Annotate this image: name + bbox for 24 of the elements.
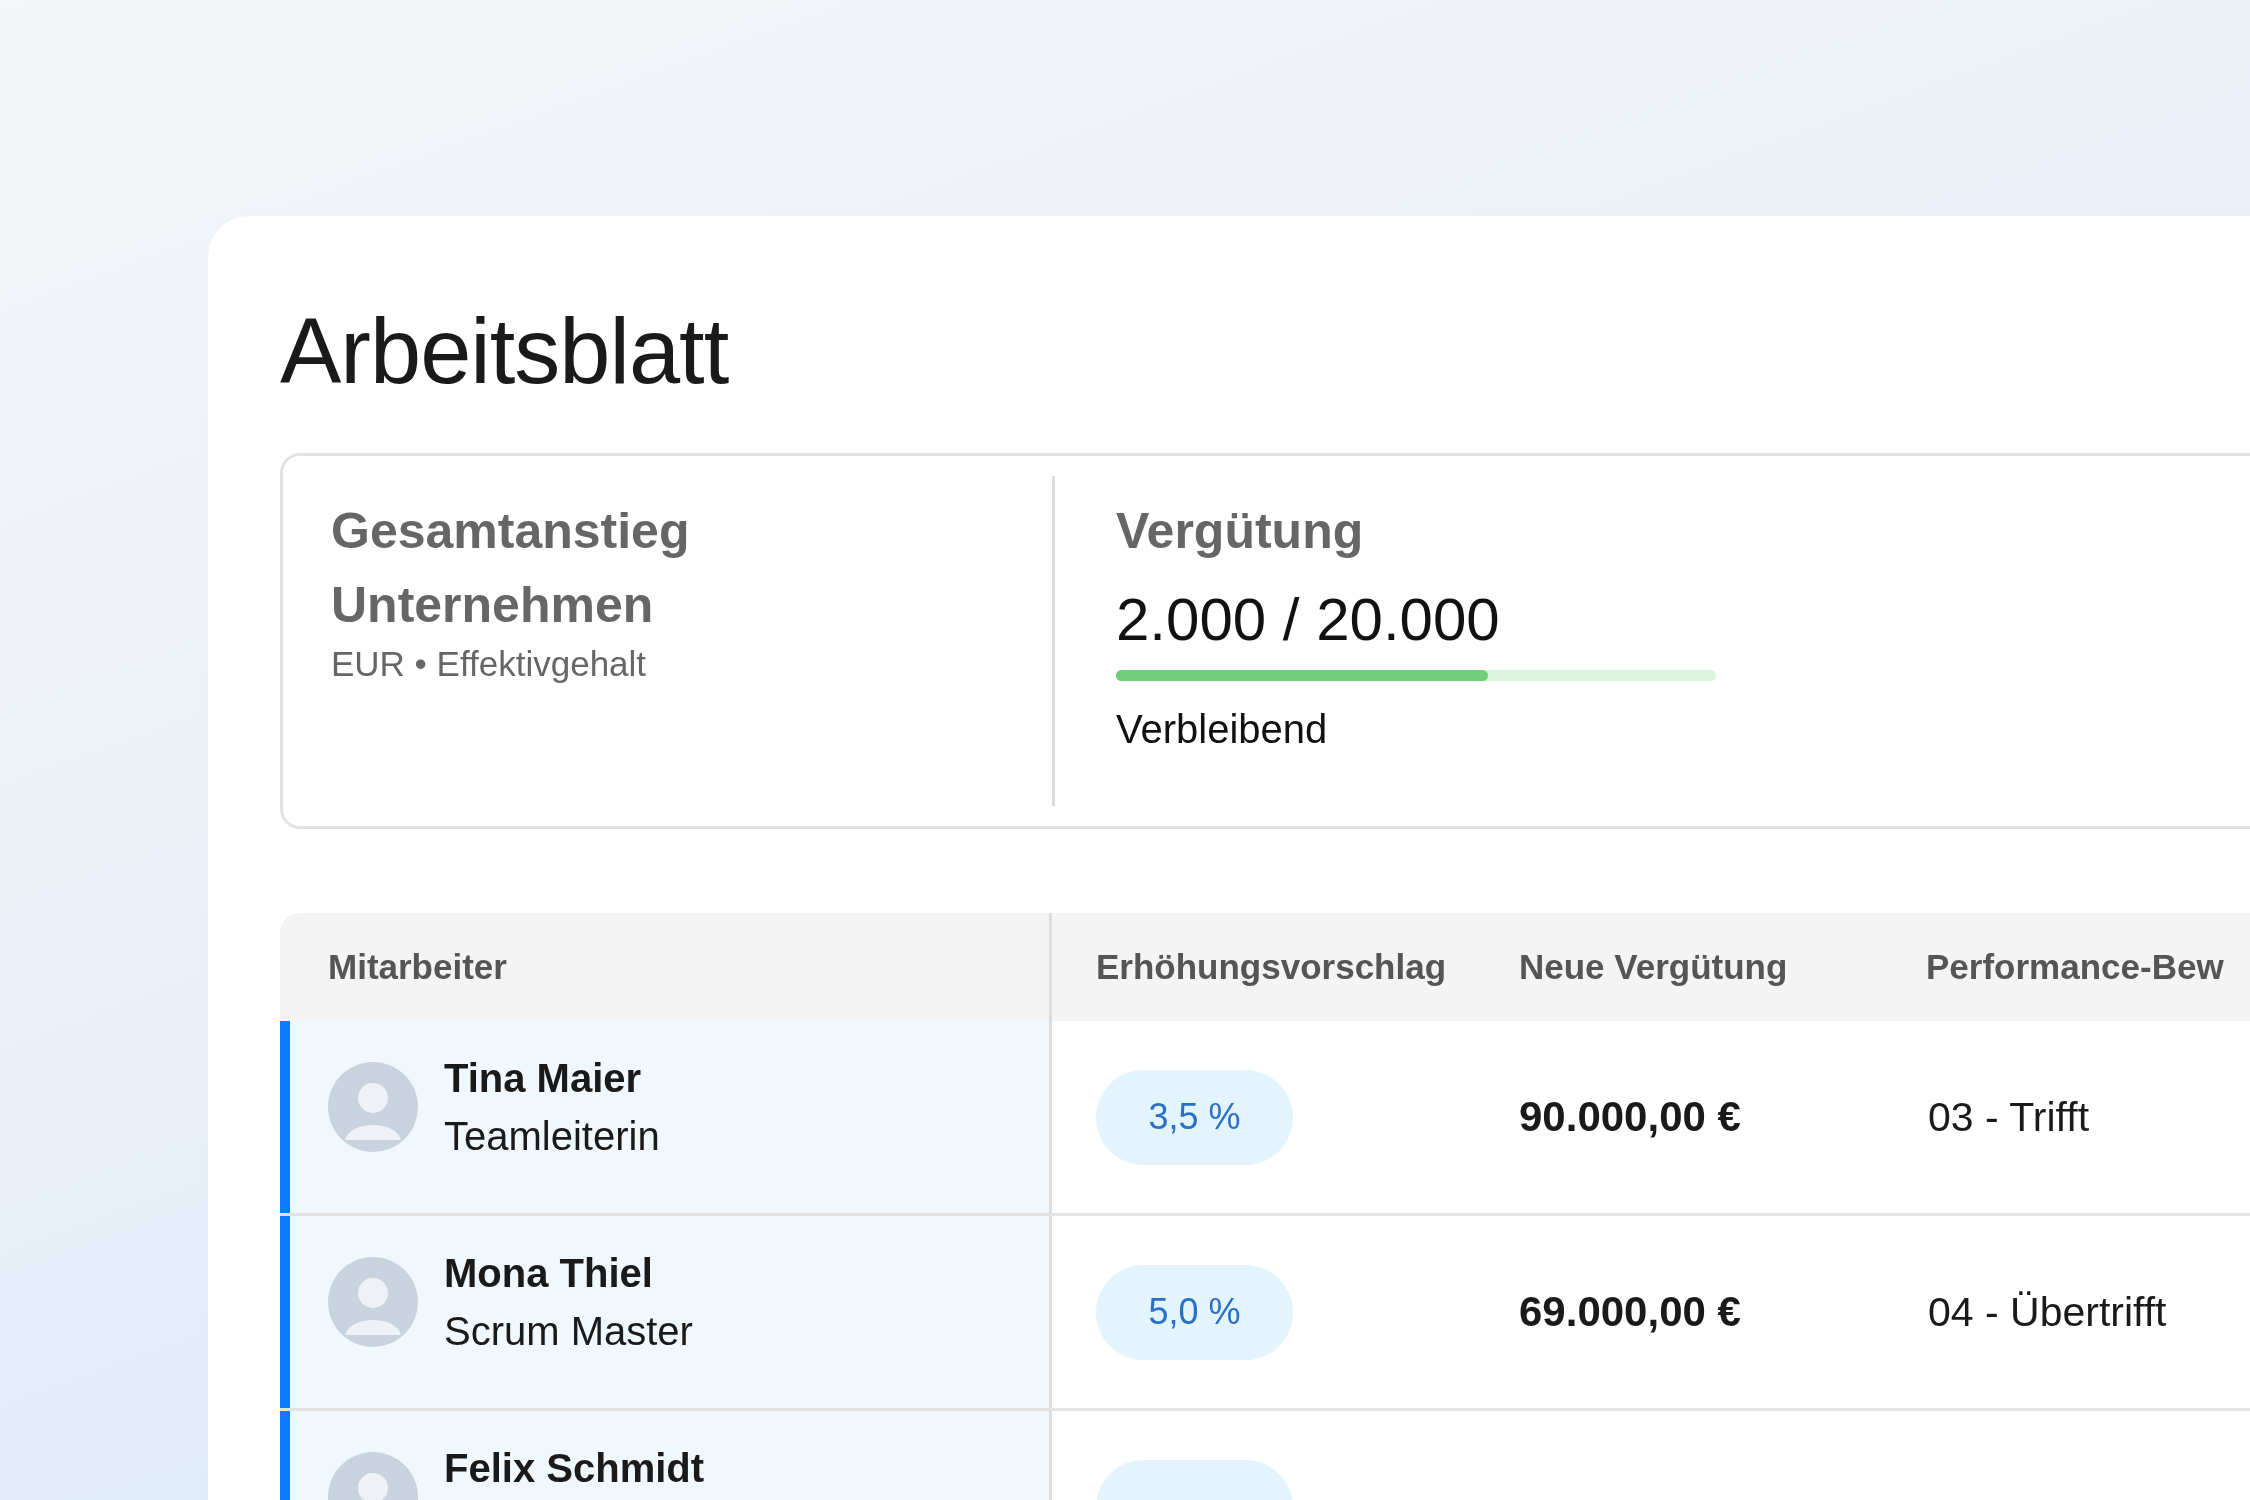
summary-subtitle: EUR • Effektivgehalt xyxy=(331,643,648,685)
employee-cell[interactable]: Felix Schmidt xyxy=(280,1411,1052,1500)
raise-chip[interactable]: 3,5 % xyxy=(1096,1069,1293,1165)
page-title: Arbeitsblatt xyxy=(280,299,730,404)
employee-cell[interactable]: Mona Thiel Scrum Master xyxy=(280,1216,1052,1408)
employee-role: Scrum Master xyxy=(444,1308,693,1355)
column-header[interactable]: Erhöhungsvorschlag xyxy=(1096,947,1447,987)
new-salary: 90.000,00 € xyxy=(1519,1093,1741,1141)
employee-name: Tina Maier xyxy=(444,1055,643,1102)
employee-name: Felix Schmidt xyxy=(444,1445,705,1492)
column-header[interactable]: Performance-Bew xyxy=(1926,947,2224,987)
employee-name: Mona Thiel xyxy=(444,1250,654,1297)
performance-rating: 03 - Trifft xyxy=(1927,1093,2090,1141)
budget-title: Vergütung xyxy=(1116,502,1365,561)
employee-cell[interactable]: Tina Maier Teamleiterin xyxy=(280,1021,1052,1213)
budget-value: 2.000 / 20.000 xyxy=(1116,585,1501,655)
budget-caption: Verbleibend xyxy=(1116,707,1329,752)
column-header[interactable]: Mitarbeiter xyxy=(328,947,507,987)
employee-role: Teamleiterin xyxy=(444,1113,660,1160)
performance-rating: 04 - Übertrifft xyxy=(1927,1288,2167,1336)
column-header[interactable]: Neue Vergütung xyxy=(1519,947,1788,987)
raise-chip[interactable]: 5,0 % xyxy=(1096,1264,1293,1360)
new-salary: 69.000,00 € xyxy=(1519,1288,1741,1336)
summary-title: Gesamtanstieg Unternehmen xyxy=(331,502,691,635)
